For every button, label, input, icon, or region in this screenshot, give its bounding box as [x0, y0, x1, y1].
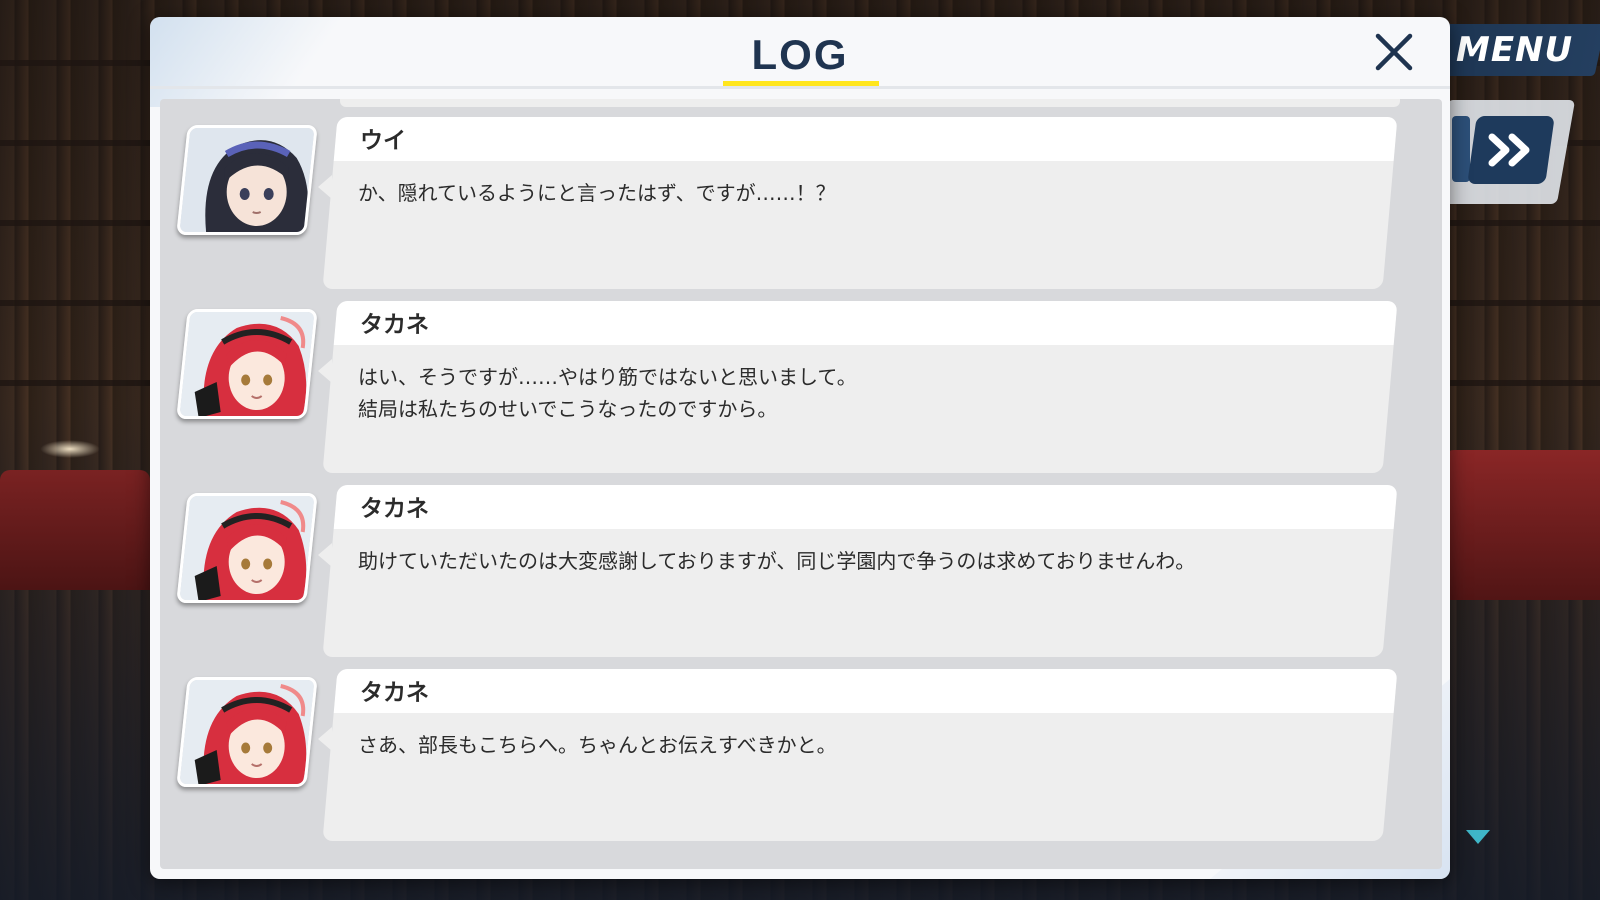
- fast-forward-icon: [1488, 133, 1530, 167]
- avatar: [176, 677, 318, 787]
- dialogue-line: 結局は私たちのせいでこうなったのですから。: [358, 397, 778, 421]
- bubble-header: [333, 485, 1398, 529]
- bubble-header: [333, 117, 1398, 161]
- takane-portrait-icon: [176, 496, 318, 603]
- takane-portrait-icon: [176, 680, 318, 787]
- sofa: [1440, 450, 1600, 600]
- dialogue-line: はい、そうですが……やはり筋ではないと思いまして。: [358, 365, 857, 389]
- log-entry: タカネ さあ、部長もこちらへ。ちゃんとお伝えすべきかと。: [160, 669, 1442, 841]
- lamp-glow: [40, 440, 100, 458]
- scroll-down-icon[interactable]: [1466, 830, 1490, 844]
- dialogue-line: さあ、部長もこちらへ。ちゃんとお伝えすべきかと。: [358, 733, 837, 757]
- close-button[interactable]: [1373, 31, 1415, 73]
- auto-button[interactable]: [1452, 116, 1470, 182]
- log-entry: ウイ か、隠れているようにと言ったはず、ですが……！？: [160, 117, 1442, 289]
- avatar: [176, 125, 318, 235]
- speaker-name: タカネ: [360, 680, 429, 706]
- log-panel: LOG ウイ か、隠れているようにと言ったはず、ですが……！？ タカネ はい、そ…: [150, 17, 1450, 879]
- log-entry: タカネ はい、そうですが……やはり筋ではないと思いまして。 結局は私たちのせいで…: [160, 301, 1442, 473]
- avatar: [176, 493, 318, 603]
- title-underline: [723, 81, 879, 86]
- menu-button-label[interactable]: MENU: [1456, 30, 1573, 70]
- close-icon: [1375, 33, 1413, 71]
- dialogue-line: 助けていただいたのは大変感謝しておりますが、同じ学園内で争うのは求めておりません…: [358, 549, 1196, 573]
- log-list[interactable]: ウイ か、隠れているようにと言ったはず、ですが……！？ タカネ はい、そうですが…: [160, 99, 1442, 869]
- speaker-name: ウイ: [360, 128, 406, 154]
- takane-portrait-icon: [176, 312, 318, 419]
- dialogue-line: か、隠れているようにと言ったはず、ですが……！？: [358, 181, 836, 205]
- log-entry: タカネ 助けていただいたのは大変感謝しておりますが、同じ学園内で争うのは求めてお…: [160, 485, 1442, 657]
- panel-header: LOG: [150, 17, 1450, 89]
- page-title: LOG: [751, 31, 849, 78]
- previous-entry-edge: [340, 99, 1400, 107]
- bubble-header: [333, 669, 1398, 713]
- ui-portrait-icon: [176, 128, 318, 235]
- sofa: [0, 470, 150, 590]
- speaker-name: タカネ: [360, 312, 429, 338]
- avatar: [176, 309, 318, 419]
- skip-button[interactable]: [1467, 116, 1555, 184]
- bubble-header: [333, 301, 1398, 345]
- speaker-name: タカネ: [360, 496, 429, 522]
